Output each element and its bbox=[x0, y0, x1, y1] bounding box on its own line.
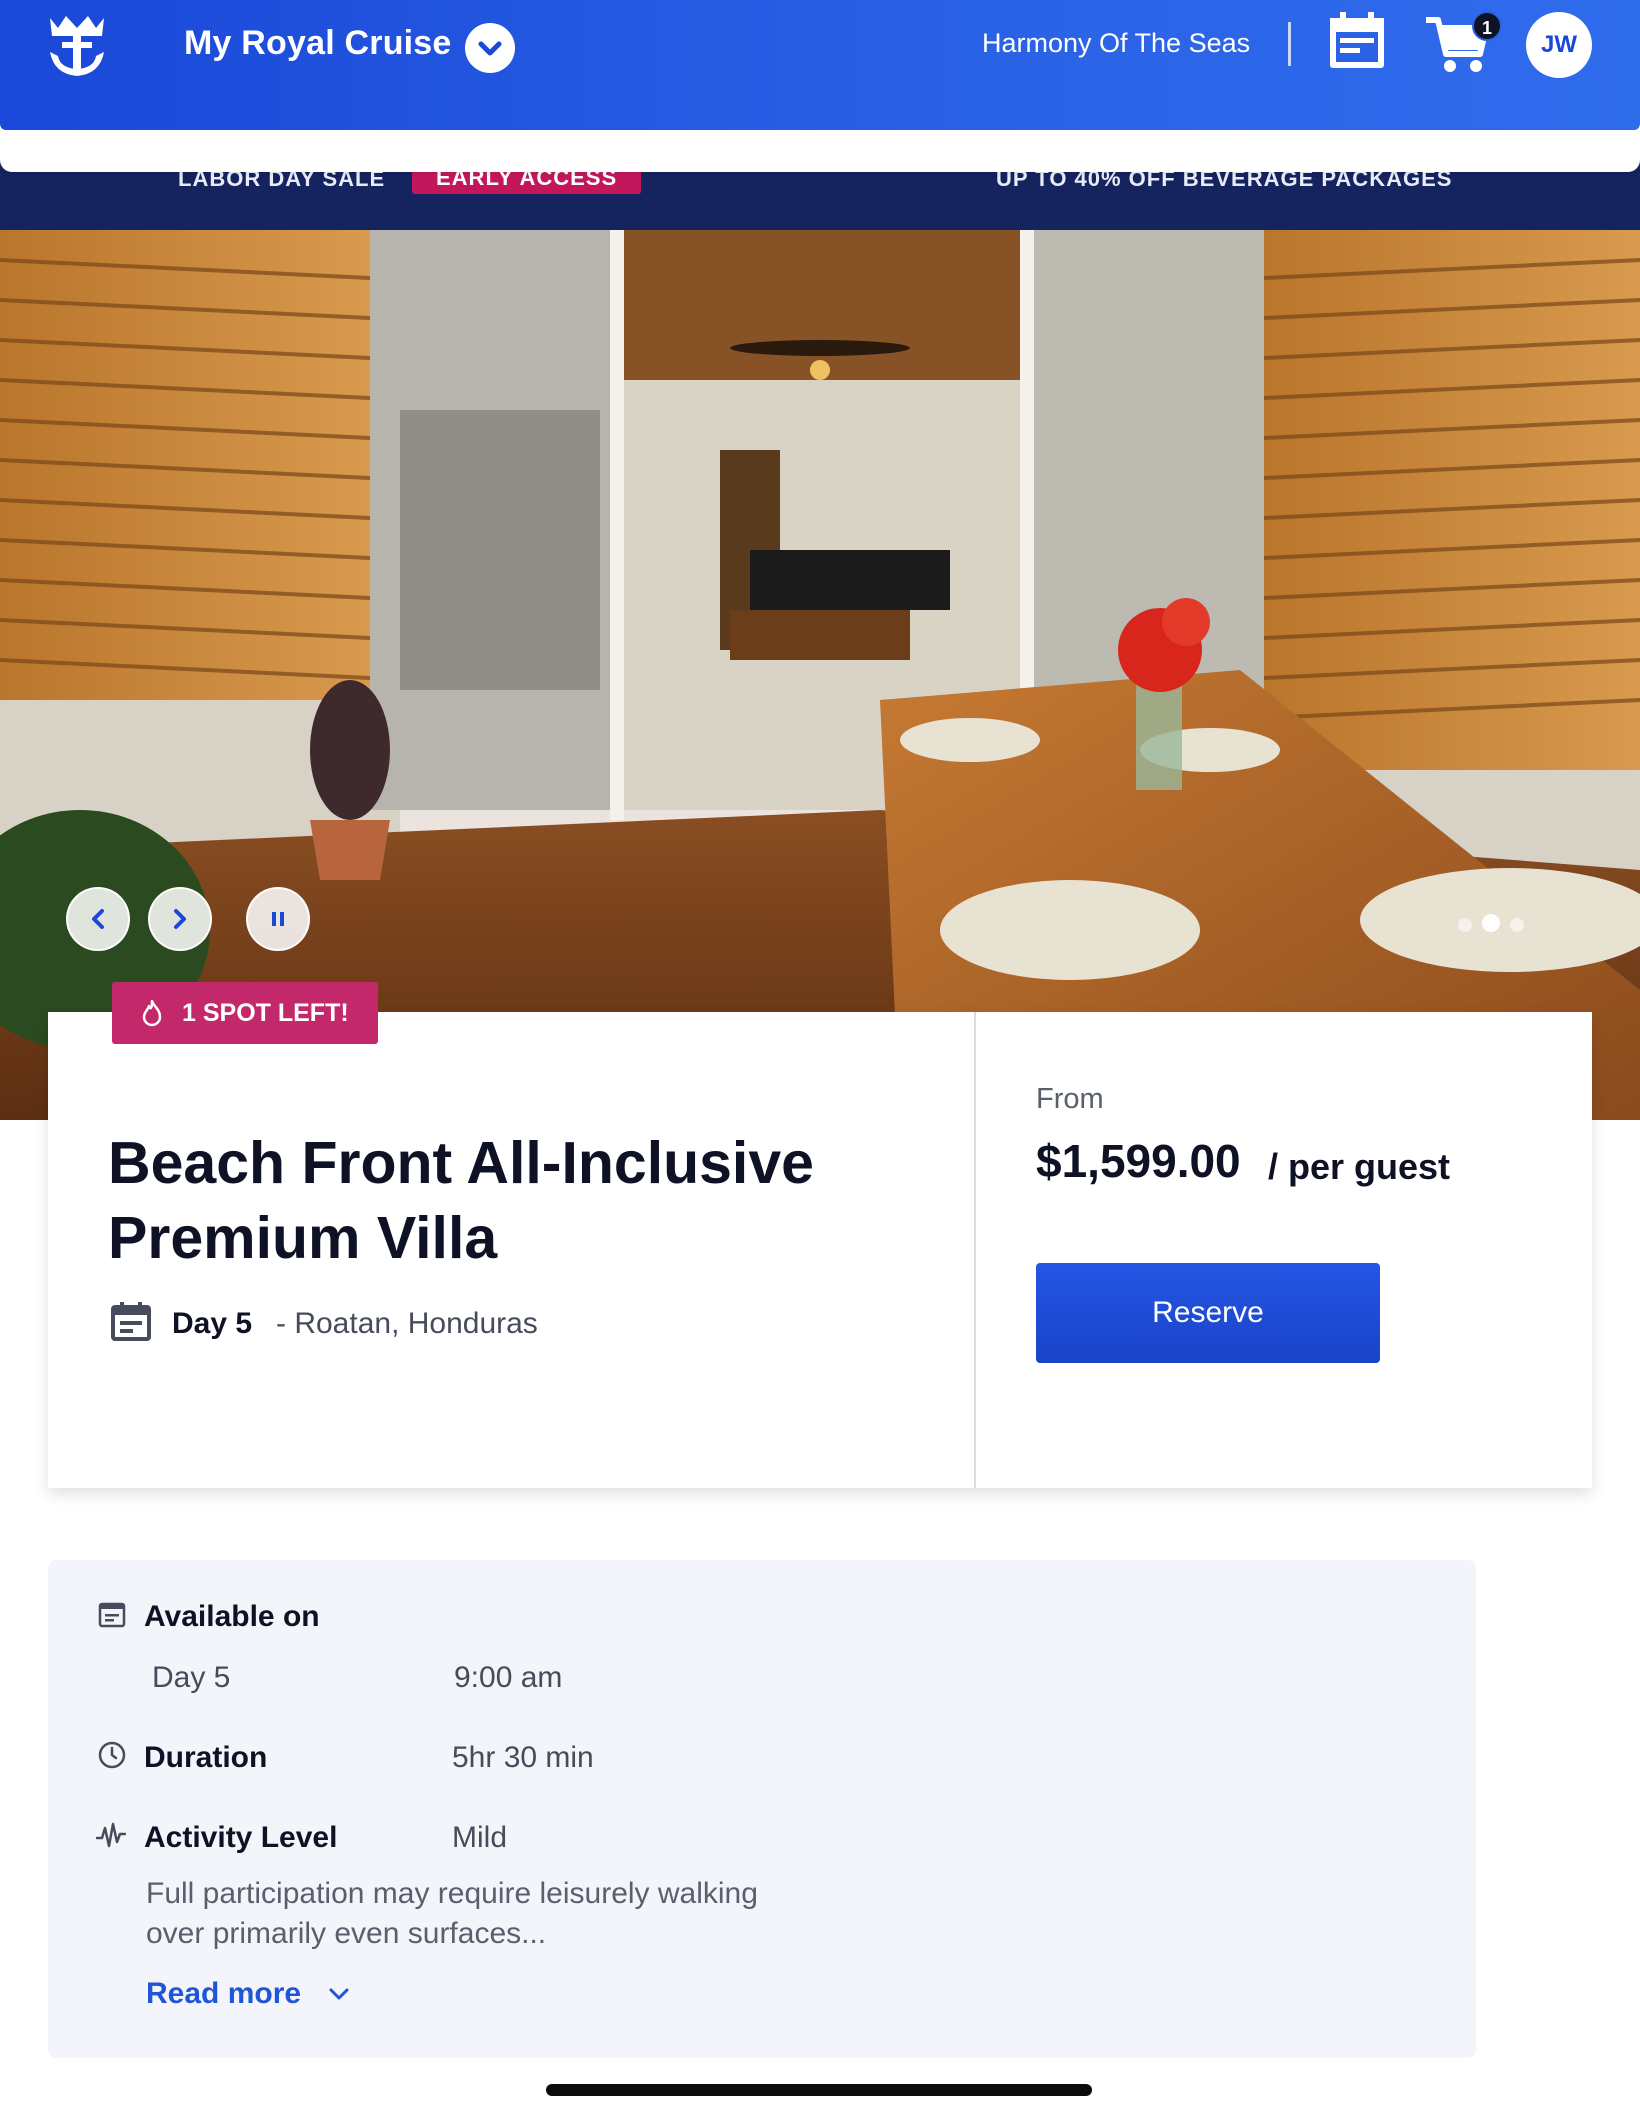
duration-label: Duration bbox=[144, 1741, 268, 1774]
activity-level-label: Activity Level bbox=[144, 1821, 338, 1854]
chevron-down-icon bbox=[329, 1988, 349, 2000]
excursion-port: - Roatan, Honduras bbox=[276, 1307, 538, 1340]
activity-level-icon bbox=[96, 1822, 126, 1848]
activity-desc-line1: Full participation may require leisurely… bbox=[146, 1877, 758, 1910]
trip-selector-button[interactable] bbox=[465, 23, 515, 73]
header-divider bbox=[1288, 22, 1291, 66]
excursion-title-line2: Premium Villa bbox=[108, 1205, 498, 1271]
previous-slide-button[interactable] bbox=[66, 887, 130, 951]
duration-value: 5hr 30 min bbox=[452, 1741, 594, 1774]
slide-dot[interactable] bbox=[1510, 918, 1524, 932]
clock-icon bbox=[98, 1741, 126, 1769]
app-header: My Royal Cruise Harmony Of The Seas 1 JW bbox=[0, 0, 1640, 130]
slide-dot[interactable] bbox=[1458, 918, 1472, 932]
chevron-left-icon bbox=[92, 909, 104, 929]
header-shelf bbox=[0, 130, 1640, 172]
user-avatar[interactable]: JW bbox=[1526, 12, 1592, 78]
spots-left-badge: 1 SPOT LEFT! bbox=[112, 982, 378, 1044]
excursion-title-line1: Beach Front All-Inclusive bbox=[108, 1130, 814, 1196]
available-time: 9:00 am bbox=[454, 1661, 563, 1694]
price-value: $1,599.00 bbox=[1036, 1135, 1241, 1187]
price-unit: / per guest bbox=[1268, 1146, 1451, 1187]
pause-icon bbox=[272, 912, 284, 926]
excursion-title: Beach Front All-Inclusive Premium Villa bbox=[108, 1126, 928, 1276]
calendar-small-icon bbox=[98, 1602, 126, 1628]
available-day: Day 5 bbox=[152, 1661, 231, 1694]
read-more-link[interactable]: Read more bbox=[146, 1977, 351, 2011]
activity-level-description: Full participation may require leisurely… bbox=[146, 1874, 846, 1954]
activity-level-value: Mild bbox=[452, 1821, 508, 1854]
chevron-right-icon bbox=[174, 909, 186, 929]
activity-desc-line2: over primarily even surfaces... bbox=[146, 1917, 547, 1950]
planner-icon[interactable] bbox=[1326, 10, 1388, 72]
app-title[interactable]: My Royal Cruise bbox=[184, 24, 452, 63]
calendar-icon bbox=[111, 1302, 151, 1341]
card-divider bbox=[974, 1012, 976, 1488]
chevron-down-icon bbox=[478, 41, 502, 56]
royal-caribbean-crown-anchor-icon[interactable] bbox=[44, 12, 110, 80]
pause-slideshow-button[interactable] bbox=[246, 887, 310, 951]
ship-name[interactable]: Harmony Of The Seas bbox=[982, 28, 1250, 59]
available-on-label: Available on bbox=[144, 1600, 320, 1633]
cart-count-badge: 1 bbox=[1472, 11, 1502, 41]
reserve-button[interactable]: Reserve bbox=[1036, 1263, 1380, 1363]
flame-icon bbox=[142, 999, 162, 1027]
next-slide-button[interactable] bbox=[148, 887, 212, 951]
slide-dot-active[interactable] bbox=[1482, 914, 1500, 932]
spots-left-text: 1 SPOT LEFT! bbox=[182, 998, 349, 1027]
read-more-label: Read more bbox=[146, 1977, 302, 2010]
home-indicator bbox=[546, 2084, 1092, 2096]
excursion-day: Day 5 bbox=[172, 1307, 253, 1340]
slide-indicator bbox=[1458, 914, 1534, 937]
price-from-label: From bbox=[1036, 1083, 1104, 1115]
